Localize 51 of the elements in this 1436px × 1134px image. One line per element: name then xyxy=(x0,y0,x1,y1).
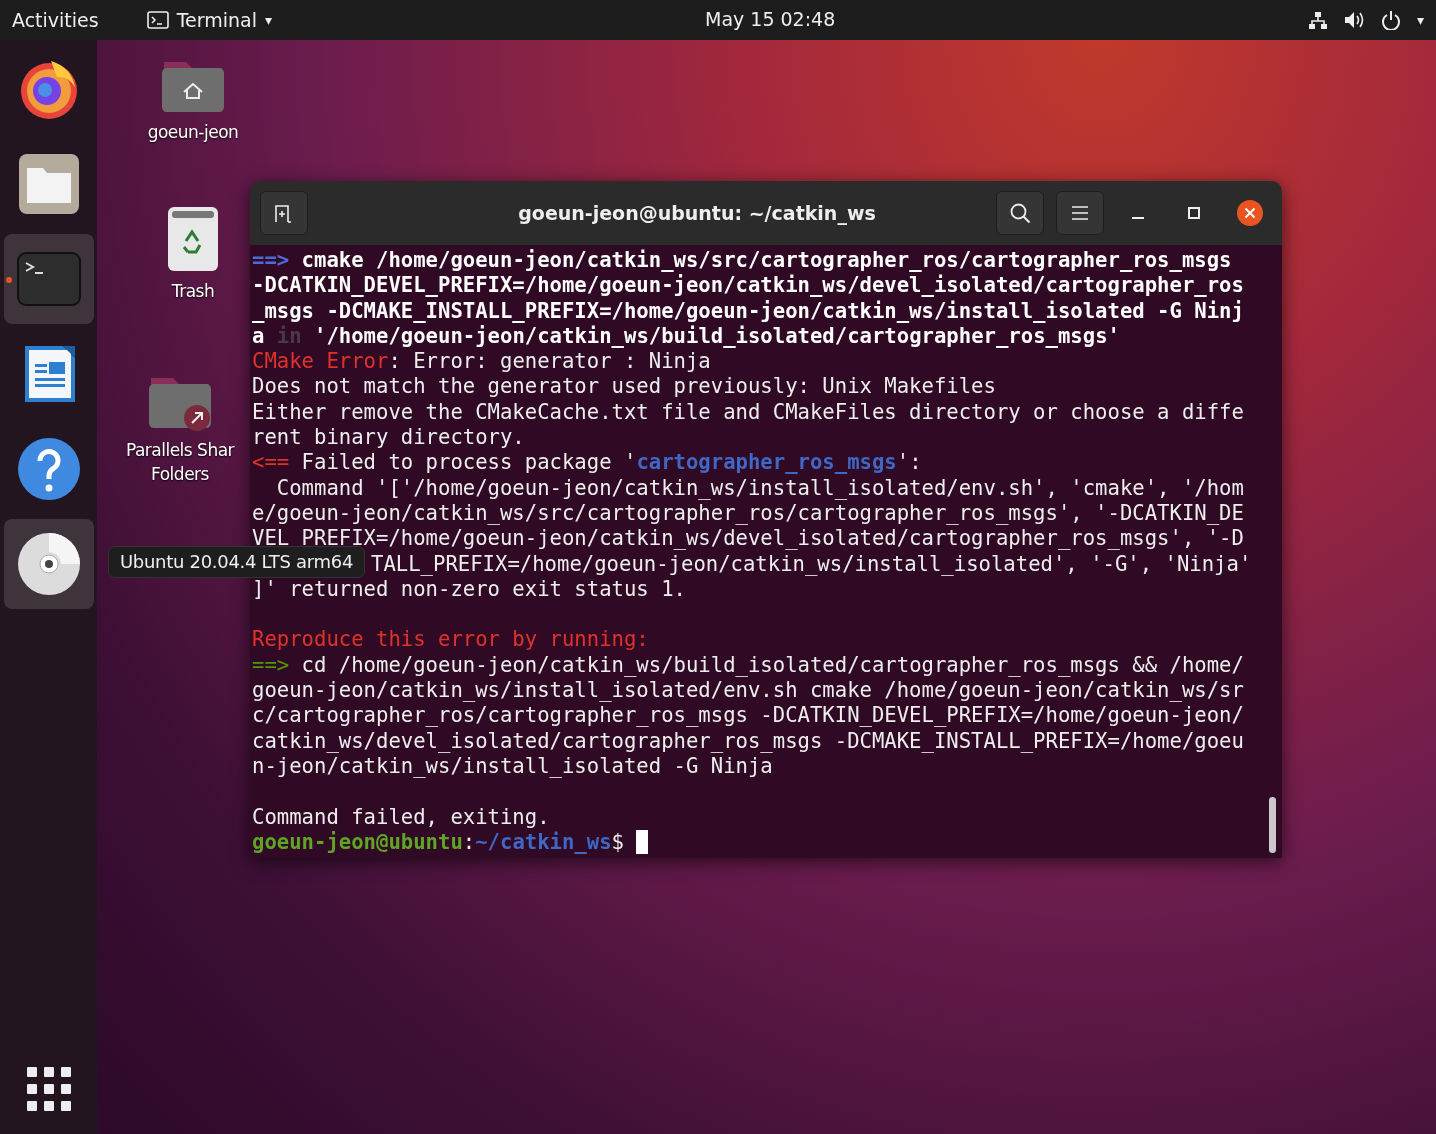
terminal-line: ==> cmake /home/goeun-jeon/catkin_ws/src/cartographer_ros/cartographer_ros_msgs xyxy=(252,248,1232,272)
terminal-line: Command failed, exiting. xyxy=(252,804,550,829)
dock-item[interactable] xyxy=(3,519,94,609)
terminal-line: n-jeon/catkin_ws/install_isolated -G Ninja xyxy=(252,753,773,778)
app-menu[interactable]: Terminal ▾ xyxy=(146,9,272,31)
shell-prompt: goeun-jeon@ubuntu:~/catkin_ws$ xyxy=(252,829,624,854)
terminal-line: TALL_PREFIX=/home/goeun-jeon/catkin_ws/install_isolated', '-G', 'Ninja' xyxy=(371,551,1252,576)
disc-icon xyxy=(16,532,81,596)
search-icon xyxy=(1009,202,1031,224)
terminal-line: Reproduce this error by running: xyxy=(252,627,649,652)
terminal-line: goeun-jeon/catkin_ws/install_isolated/env.sh cmake /home/goeun-jeon/catkin_ws/sr xyxy=(252,678,1244,703)
show-applications-button[interactable] xyxy=(26,1067,71,1114)
power-icon xyxy=(1380,10,1401,30)
menu-button[interactable] xyxy=(1056,191,1104,235)
new-tab-icon xyxy=(274,203,294,223)
activities-button[interactable]: Activities xyxy=(12,9,99,31)
minimize-icon xyxy=(1132,217,1144,219)
desktop-icon-label[interactable]: goeun-jeon xyxy=(147,120,239,144)
maximize-icon xyxy=(1188,207,1200,219)
terminal-line: Does not match the generator used previously: Unix Makefiles xyxy=(252,374,996,399)
terminal-line: rent binary directory. xyxy=(252,425,525,450)
grid-icon xyxy=(26,1067,71,1111)
scrollbar[interactable] xyxy=(1269,797,1276,853)
terminal-line: ]' returned non-zero exit status 1. xyxy=(252,576,686,601)
menu-icon xyxy=(1071,205,1089,221)
terminal-icon xyxy=(146,11,169,29)
desktop-icon-label[interactable]: Parallels Shar Folders xyxy=(125,438,235,486)
terminal-line: Either remove the CMakeCache.txt file and CMakeFiles directory or choose a diffe xyxy=(252,399,1244,424)
clock[interactable]: May 15 02:48 xyxy=(705,8,836,30)
window-title: goeun-jeon@ubuntu: ~/catkin_ws xyxy=(517,202,877,224)
folder-icon xyxy=(16,152,81,216)
terminal-line: c/cartographer_ros/cartographer_ros_msgs -DCATKIN_DEVEL_PREFIX=/home/goeun-jeon/ xyxy=(252,703,1244,728)
running-indicator xyxy=(5,277,12,283)
desktop-icon-label[interactable]: Trash xyxy=(171,279,215,303)
search-button[interactable] xyxy=(996,191,1044,235)
close-icon xyxy=(1237,200,1263,226)
help-icon xyxy=(16,437,81,501)
terminal-line: Command '['/home/goeun-jeon/catkin_ws/install_isolated/env.sh', 'cmake', '/hom xyxy=(275,475,1244,500)
terminal-line: <== Failed to process package 'cartographer_ros_msgs': xyxy=(252,450,922,475)
terminal-line: _msgs -DCMAKE_INSTALL_PREFIX=/home/goeun-jeon/catkin_ws/install_isolated -G Ninj xyxy=(252,298,1244,323)
network-icon xyxy=(1307,10,1328,30)
system-menu-button[interactable]: ▾ xyxy=(1416,12,1424,28)
terminal-line: ==> cd /home/goeun-jeon/catkin_ws/build_isolated/cartographer_ros_msgs && /home/ xyxy=(252,652,1244,677)
terminal-line: -DCATKIN_DEVEL_PREFIX=/home/goeun-jeon/catkin_ws/devel_isolated/cartographer_ros xyxy=(252,273,1244,298)
terminal-line: catkin_ws/devel_isolated/cartographer_ros_msgs -DCMAKE_INSTALL_PREFIX=/home/goeu xyxy=(252,728,1244,753)
tooltip: Ubuntu 20.04.4 LTS arm64 xyxy=(108,546,366,578)
terminal-line: e/goeun-jeon/catkin_ws/src/cartographer_ros/cartographer_ros_msgs', '-DCATKIN_DE xyxy=(252,500,1244,525)
terminal-line: CMake Error: Error: generator : Ninja xyxy=(252,349,711,374)
trash-icon xyxy=(166,205,220,273)
volume-icon xyxy=(1343,10,1365,30)
new-tab-button[interactable] xyxy=(260,191,308,235)
